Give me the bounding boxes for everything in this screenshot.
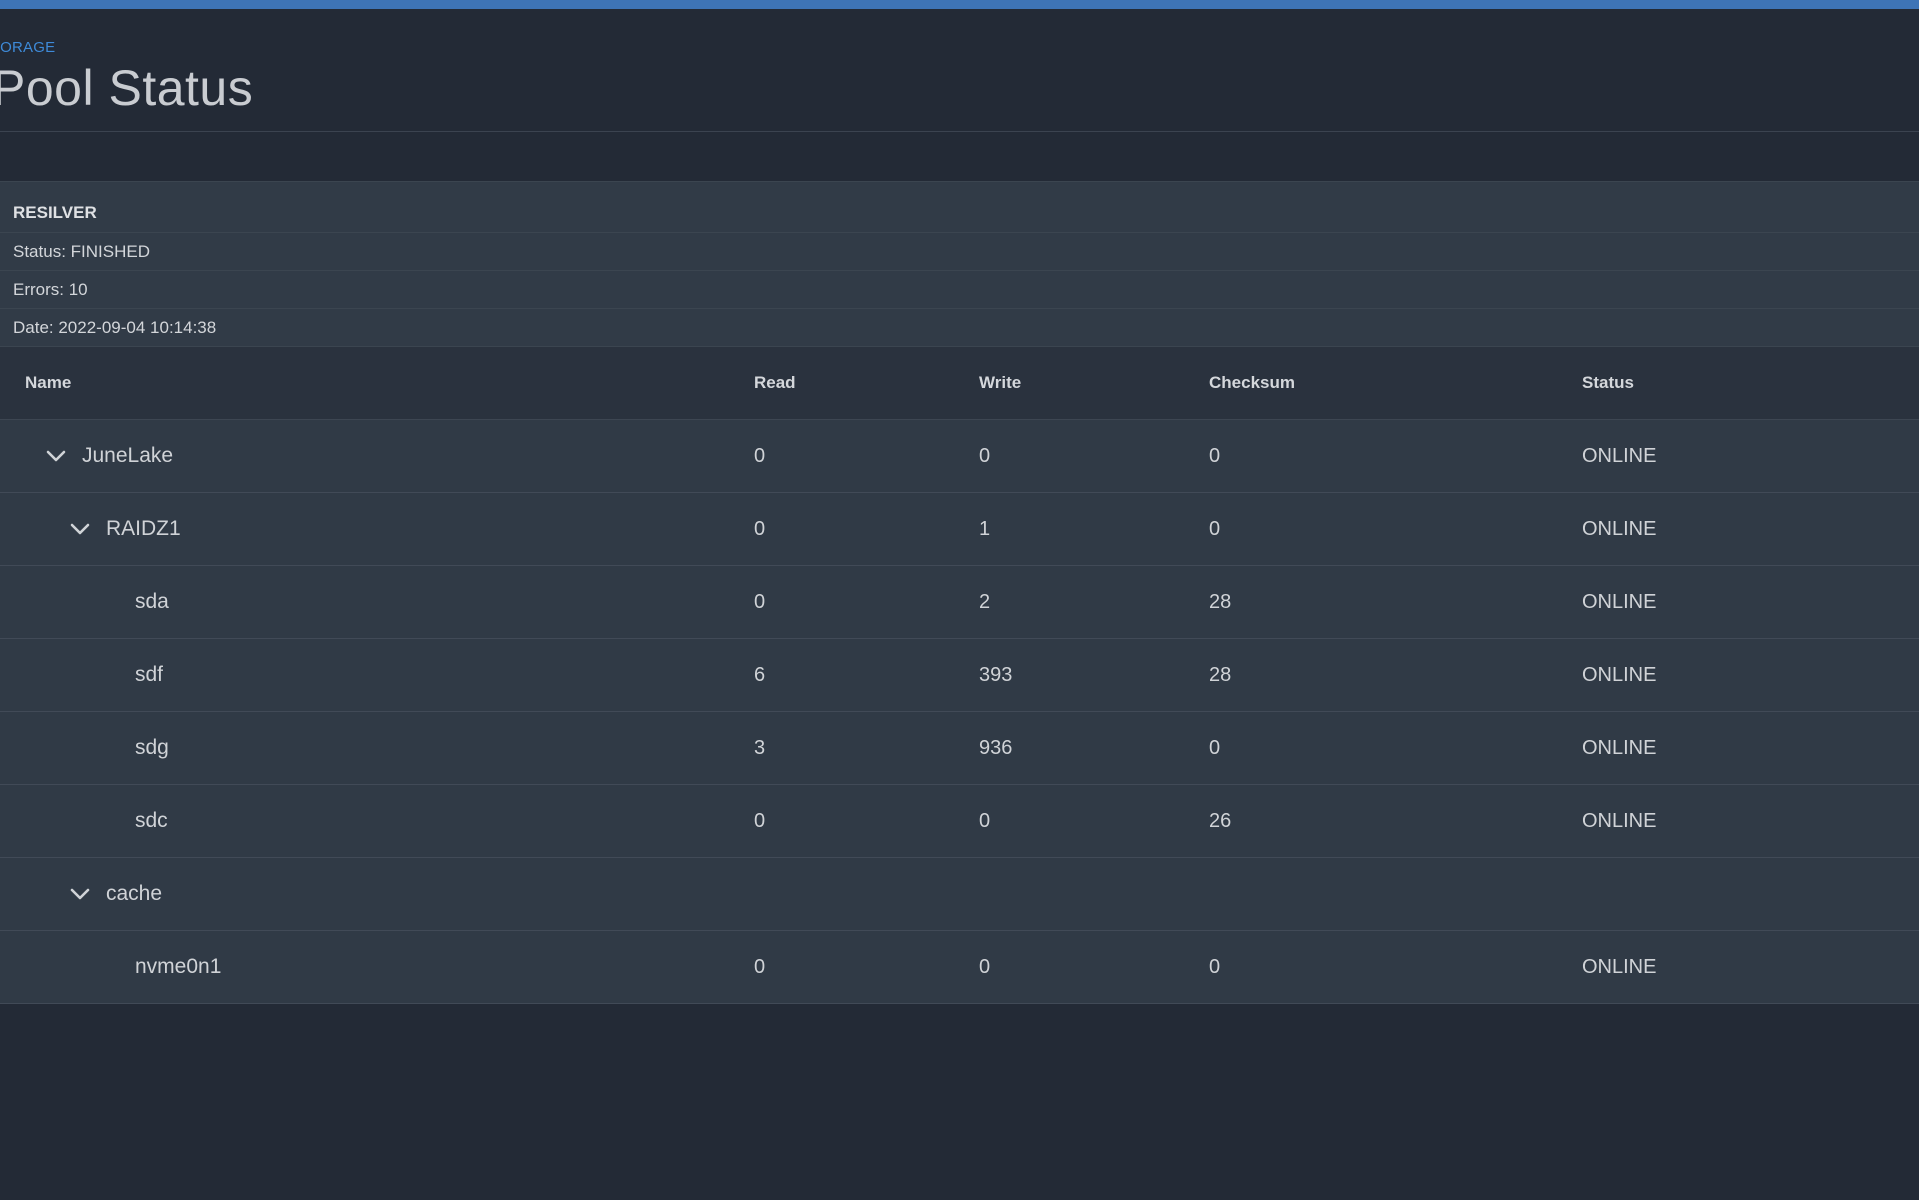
page-header: TORAGE Pool Status	[0, 9, 1919, 132]
table-header: Name Read Write Checksum Status	[0, 347, 1919, 420]
row-checksum: 28	[1209, 591, 1232, 613]
row-name-cell: sdg	[135, 712, 169, 784]
row-read: 3	[754, 737, 766, 759]
row-name: sdc	[135, 809, 168, 832]
row-status: ONLINE	[1582, 737, 1657, 759]
pool-table: Name Read Write Checksum Status JuneLake…	[0, 347, 1919, 1004]
row-write: 2	[979, 591, 991, 613]
row-checksum: 26	[1209, 810, 1232, 832]
table-row[interactable]: RAIDZ1 0 1 0 ONLINE	[0, 493, 1919, 566]
top-accent-bar	[0, 0, 1919, 9]
table-row[interactable]: JuneLake 0 0 0 ONLINE	[0, 420, 1919, 493]
row-name-cell: JuneLake	[45, 420, 173, 492]
row-read: 0	[754, 445, 766, 467]
row-name: sda	[135, 590, 169, 613]
table-row[interactable]: sdf 6 393 28 ONLINE	[0, 639, 1919, 712]
row-write: 0	[979, 810, 991, 832]
row-name: sdg	[135, 736, 169, 759]
row-status: ONLINE	[1582, 664, 1657, 686]
row-read: 0	[754, 518, 766, 540]
table-row[interactable]: sda 0 2 28 ONLINE	[0, 566, 1919, 639]
chevron-down-icon[interactable]	[69, 887, 91, 901]
row-read: 0	[754, 810, 766, 832]
row-write: 393	[979, 664, 1013, 686]
column-header-write[interactable]: Write	[979, 347, 1021, 418]
resilver-errors: Errors: 10	[0, 271, 1919, 309]
resilver-status: Status: FINISHED	[0, 233, 1919, 271]
row-name: sdf	[135, 663, 164, 686]
row-name: nvme0n1	[135, 955, 222, 978]
row-name-cell: cache	[69, 858, 162, 930]
row-status: ONLINE	[1582, 518, 1657, 540]
chevron-down-icon[interactable]	[69, 522, 91, 536]
row-name-cell: sdc	[135, 785, 168, 857]
resilver-panel: RESILVER Status: FINISHED Errors: 10 Dat…	[0, 181, 1919, 347]
row-checksum: 28	[1209, 664, 1232, 686]
column-header-status[interactable]: Status	[1582, 347, 1634, 418]
row-status: ONLINE	[1582, 591, 1657, 613]
resilver-title: RESILVER	[0, 182, 1919, 233]
row-status: ONLINE	[1582, 956, 1657, 978]
row-checksum: 0	[1209, 445, 1221, 467]
row-name-cell: sdf	[135, 639, 163, 711]
row-write: 0	[979, 956, 991, 978]
row-status: ONLINE	[1582, 810, 1657, 832]
resilver-date: Date: 2022-09-04 10:14:38	[0, 309, 1919, 347]
row-name: JuneLake	[82, 444, 174, 467]
row-name-cell: RAIDZ1	[69, 493, 181, 565]
page-title: Pool Status	[0, 60, 254, 116]
row-checksum: 0	[1209, 737, 1221, 759]
row-name-cell: sda	[135, 566, 169, 638]
column-header-name[interactable]: Name	[25, 347, 71, 418]
row-checksum: 0	[1209, 956, 1221, 978]
chevron-down-icon[interactable]	[45, 449, 67, 463]
row-read: 6	[754, 664, 766, 686]
column-header-checksum[interactable]: Checksum	[1209, 347, 1295, 418]
column-header-read[interactable]: Read	[754, 347, 796, 418]
row-name: RAIDZ1	[106, 517, 181, 540]
row-write: 0	[979, 445, 991, 467]
row-status: ONLINE	[1582, 445, 1657, 467]
row-name-cell: nvme0n1	[135, 931, 221, 1003]
table-row[interactable]: sdg 3 936 0 ONLINE	[0, 712, 1919, 785]
row-read: 0	[754, 591, 766, 613]
row-read: 0	[754, 956, 766, 978]
row-write: 936	[979, 737, 1013, 759]
table-row[interactable]: nvme0n1 0 0 0 ONLINE	[0, 931, 1919, 1004]
row-checksum: 0	[1209, 518, 1221, 540]
row-name: cache	[106, 882, 163, 905]
breadcrumb[interactable]: TORAGE	[0, 39, 55, 56]
table-row[interactable]: sdc 0 0 26 ONLINE	[0, 785, 1919, 858]
row-write: 1	[979, 518, 991, 540]
table-row[interactable]: cache	[0, 858, 1919, 931]
